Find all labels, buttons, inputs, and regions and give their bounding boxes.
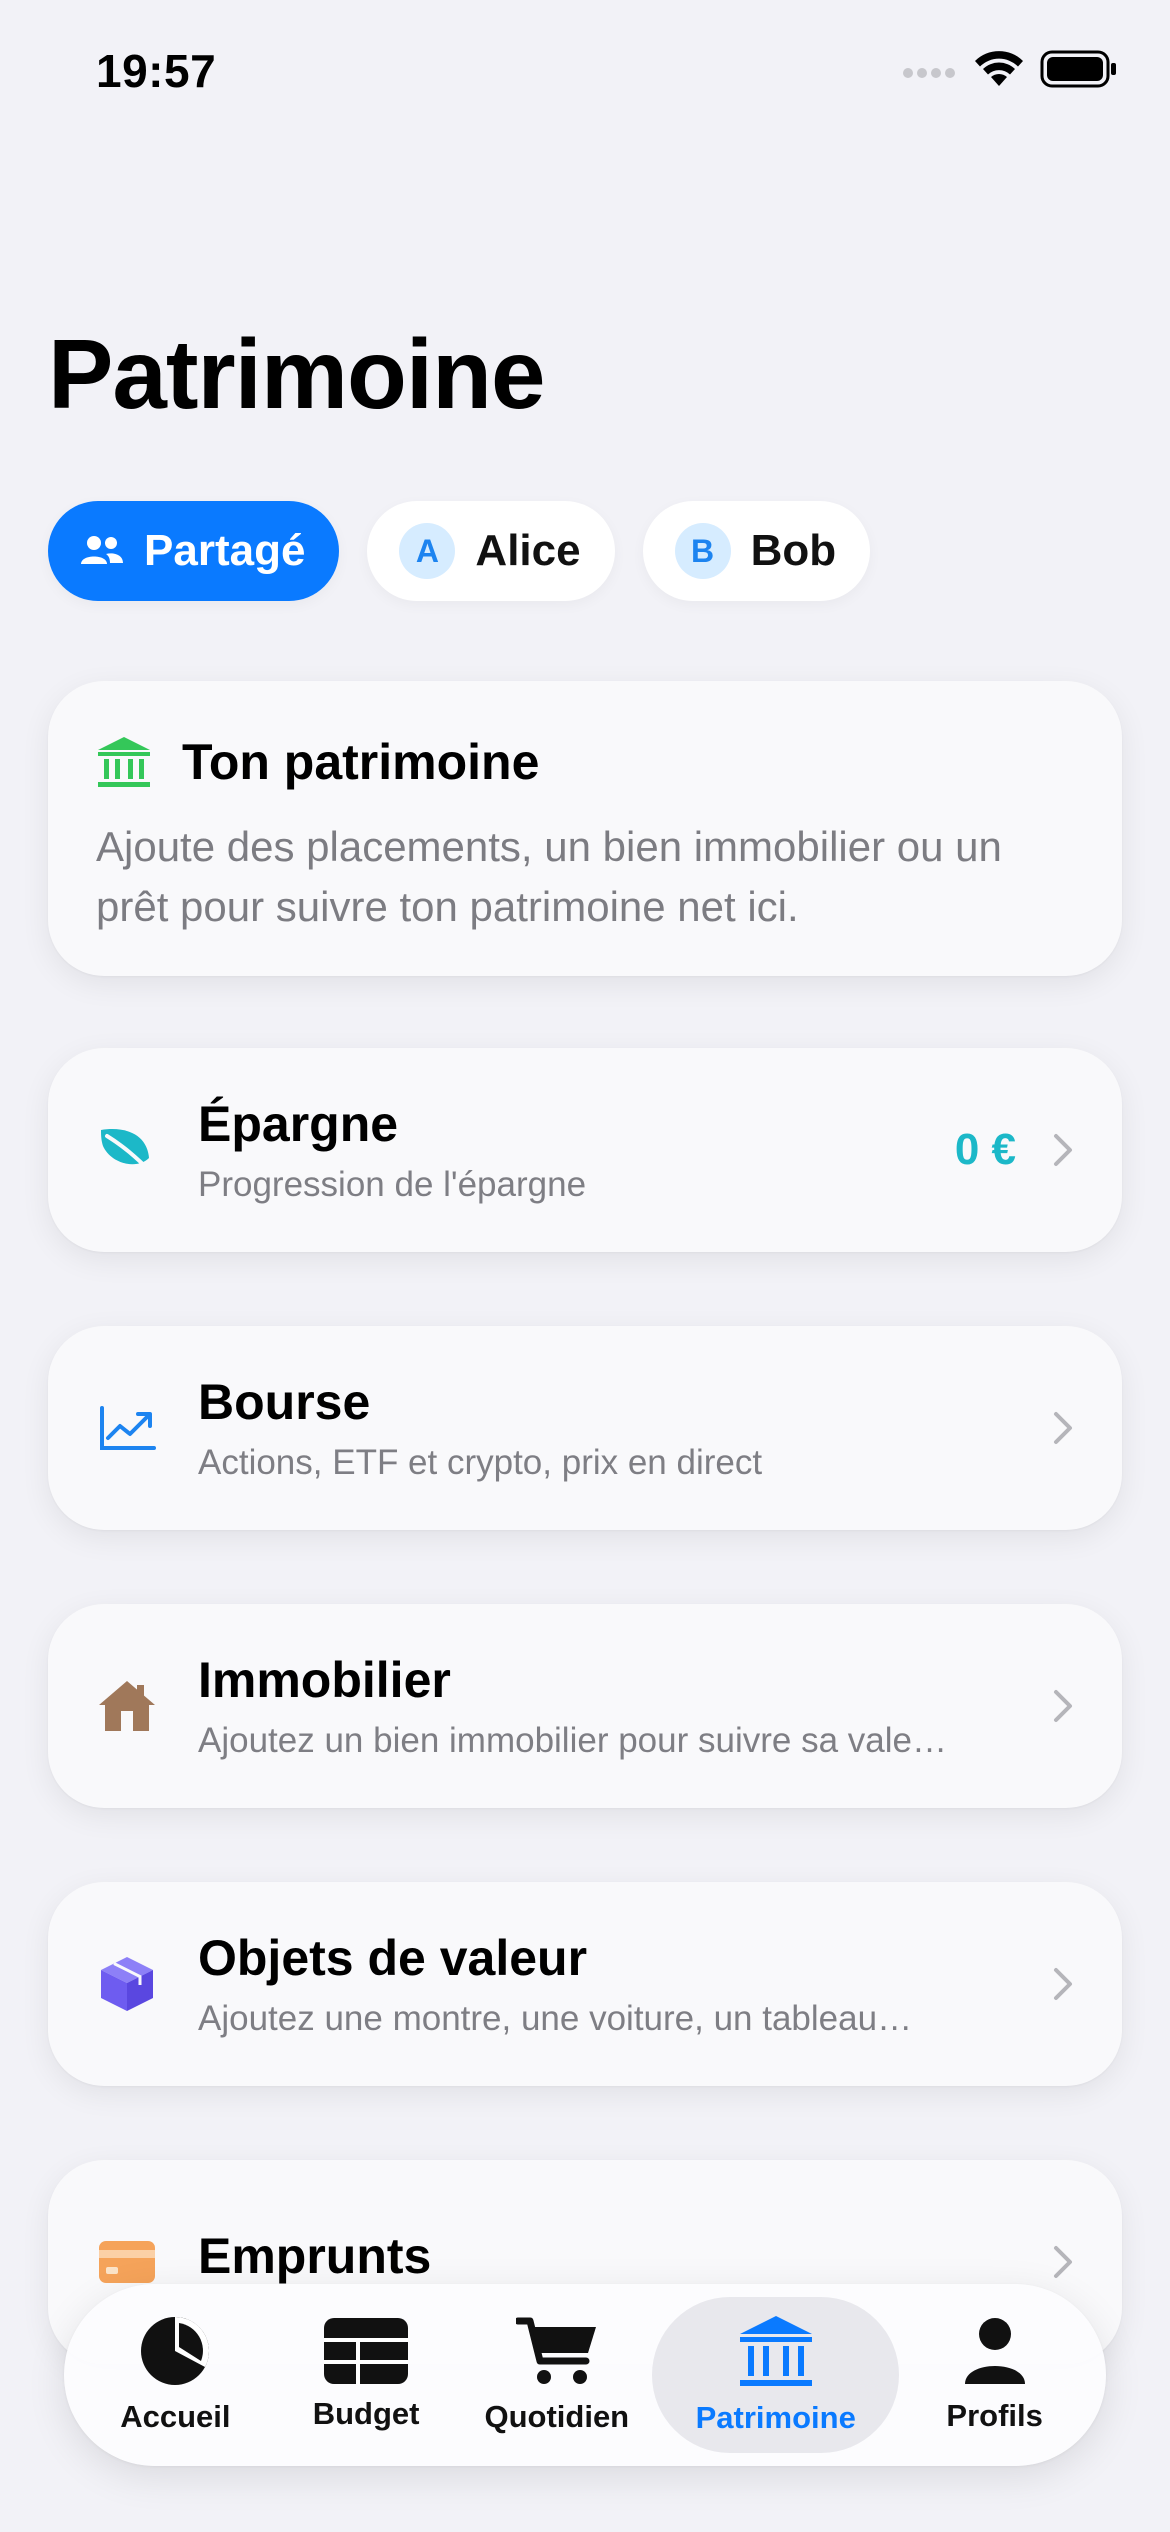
house-icon	[99, 1681, 155, 1731]
row-title: Épargne	[198, 1096, 399, 1152]
tab-label: Budget	[312, 2396, 420, 2431]
status-bar: 19:57	[0, 0, 1170, 150]
page-title: Patrimoine	[48, 319, 545, 429]
segment-label: Bob	[750, 526, 837, 575]
pie-chart-icon	[141, 2317, 210, 2385]
tab-patrimoine[interactable]: Patrimoine	[652, 2297, 900, 2453]
tab-accueil[interactable]: Accueil	[80, 2297, 271, 2453]
cellular-signal-icon	[903, 68, 955, 78]
row-subtitle: Ajoutez une montre, une voiture, un tabl…	[198, 1999, 913, 2038]
tab-profils[interactable]: Profils	[899, 2297, 1090, 2453]
tab-label: Accueil	[120, 2399, 231, 2434]
row-title: Objets de valeur	[198, 1930, 588, 1986]
segment-alice[interactable]: A Alice	[367, 501, 615, 601]
tab-budget[interactable]: Budget	[271, 2297, 462, 2453]
chevron-right-icon	[1054, 1968, 1072, 2000]
bank-icon	[98, 737, 150, 787]
intro-title: Ton patrimoine	[182, 734, 540, 790]
tab-bar: Accueil Budget Quotidien Patrimoine Prof…	[64, 2284, 1106, 2466]
row-bourse[interactable]: Bourse Actions, ETF et crypto, prix en d…	[48, 1326, 1122, 1530]
leaf-icon	[101, 1129, 155, 1176]
cart-icon	[515, 2317, 596, 2384]
segment-label: Alice	[475, 526, 581, 575]
tab-quotidien[interactable]: Quotidien	[461, 2297, 652, 2453]
chevron-right-icon	[1054, 1134, 1072, 1166]
row-title: Emprunts	[198, 2228, 432, 2284]
row-objets-de-valeur[interactable]: Objets de valeur Ajoutez une montre, une…	[48, 1882, 1122, 2086]
tab-label: Profils	[946, 2398, 1043, 2433]
patrimoine-intro-card: Ton patrimoine Ajoute des placements, un…	[48, 681, 1122, 976]
segment-partage[interactable]: Partagé	[48, 501, 340, 601]
avatar: A	[399, 523, 456, 579]
tab-label: Quotidien	[484, 2399, 630, 2434]
profile-segments: Partagé A Alice B Bob	[48, 501, 871, 601]
row-title: Immobilier	[198, 1652, 451, 1708]
chart-up-icon	[100, 1406, 156, 1450]
person-icon	[964, 2318, 1025, 2384]
chevron-right-icon	[1054, 1690, 1072, 1722]
row-subtitle: Actions, ETF et crypto, prix en direct	[198, 1443, 763, 1482]
grid-icon	[324, 2318, 409, 2384]
cube-icon	[101, 1957, 153, 2011]
epargne-value: 0 €	[954, 1125, 1016, 1174]
people-icon	[80, 534, 124, 568]
wifi-icon	[975, 51, 1023, 86]
status-time: 19:57	[96, 45, 217, 97]
row-epargne[interactable]: Épargne Progression de l'épargne 0 €	[48, 1048, 1122, 1252]
tab-label: Patrimoine	[695, 2400, 856, 2435]
intro-text: Ajoute des placements, un bien immobilie…	[96, 823, 1002, 930]
avatar: B	[674, 523, 731, 579]
segment-label: Partagé	[144, 526, 306, 575]
battery-icon	[1040, 50, 1116, 88]
bank-icon	[739, 2316, 812, 2386]
row-immobilier[interactable]: Immobilier Ajoutez un bien immobilier po…	[48, 1604, 1122, 1808]
card-icon	[99, 2241, 155, 2283]
chevron-right-icon	[1054, 2246, 1072, 2278]
row-title: Bourse	[198, 1374, 371, 1430]
chevron-right-icon	[1054, 1412, 1072, 1444]
status-icons	[902, 50, 1118, 88]
segment-bob[interactable]: B Bob	[642, 501, 871, 601]
row-subtitle: Ajoutez un bien immobilier pour suivre s…	[198, 1721, 958, 1760]
row-subtitle: Progression de l'épargne	[198, 1165, 587, 1204]
